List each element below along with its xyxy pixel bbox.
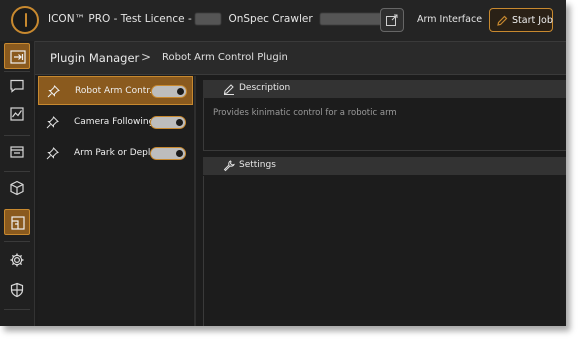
plugin-toggle[interactable] (150, 147, 186, 160)
description-title: Description (239, 83, 291, 93)
sidebar-item-archive[interactable] (4, 139, 30, 165)
pin-icon[interactable] (46, 147, 59, 160)
plugin-item-arm-park[interactable]: Arm Park or Depl... (38, 139, 193, 168)
wrench-icon (223, 160, 235, 172)
sidebar-item-security[interactable] (4, 277, 30, 303)
title-middle: OnSpec Crawler (228, 13, 313, 25)
chart-icon (10, 107, 24, 121)
sidebar (0, 41, 35, 326)
sidebar-item-chart[interactable] (4, 101, 30, 127)
archive-icon (10, 146, 24, 158)
sidebar-item-cube[interactable] (4, 175, 30, 201)
pin-icon[interactable] (46, 116, 59, 129)
chat-icon (10, 79, 24, 93)
arm-interface-icon-button[interactable] (380, 8, 404, 32)
breadcrumb-plugin-manager[interactable]: Plugin Manager (50, 51, 139, 65)
breadcrumb: Plugin Manager > Robot Arm Control Plugi… (35, 42, 566, 75)
sidebar-item-settings[interactable] (4, 247, 30, 273)
settings-title: Settings (239, 160, 276, 170)
description-header: Description (203, 80, 566, 98)
panel-divider[interactable] (194, 76, 196, 326)
arm-interface-icon (386, 14, 398, 26)
plugin-item-robot-arm[interactable]: Robot Arm Contr... (38, 76, 193, 105)
title-prefix: ICON™ PRO - Test Licence - (48, 13, 196, 25)
start-job-button[interactable]: Start Job (489, 8, 553, 32)
app-window: ICON™ PRO - Test Licence - OnSpec Crawle… (0, 0, 566, 326)
top-bar: ICON™ PRO - Test Licence - OnSpec Crawle… (0, 0, 566, 42)
pin-icon[interactable] (47, 85, 60, 98)
plugin-name: Robot Arm Contr... (75, 86, 158, 96)
description-text: Provides kinimatic control for a robotic… (213, 108, 397, 118)
plugin-toggle[interactable] (150, 116, 186, 129)
redacted-text (195, 13, 222, 25)
settings-panel (203, 176, 566, 326)
plugin-toggle[interactable] (151, 85, 187, 98)
plugin-name: Arm Park or Depl... (74, 148, 159, 158)
settings-header: Settings (203, 157, 566, 175)
plugin-list: Robot Arm Contr... Camera Following Arm … (38, 76, 193, 326)
sidebar-item-chat[interactable] (4, 73, 30, 99)
start-job-label: Start Job (512, 15, 553, 26)
pencil-icon (497, 15, 508, 26)
plugin-name: Camera Following (74, 117, 155, 127)
plugin-manager-icon (11, 216, 25, 230)
gear-icon (10, 253, 24, 267)
window-title: ICON™ PRO - Test Licence - OnSpec Crawle… (48, 13, 400, 25)
cube-icon (10, 180, 24, 196)
chevron-right-icon: > (141, 50, 152, 64)
icon-logo (11, 6, 39, 34)
pencil-icon (223, 84, 234, 95)
sidebar-item-import[interactable] (4, 43, 30, 69)
shield-icon (10, 282, 24, 298)
breadcrumb-current: Robot Arm Control Plugin (162, 52, 288, 63)
plugin-item-camera-following[interactable]: Camera Following (38, 108, 193, 137)
import-icon (10, 50, 26, 64)
arm-interface-button[interactable]: Arm Interface (417, 14, 482, 25)
description-panel (203, 98, 566, 151)
sidebar-item-plugin-manager[interactable] (4, 209, 30, 235)
